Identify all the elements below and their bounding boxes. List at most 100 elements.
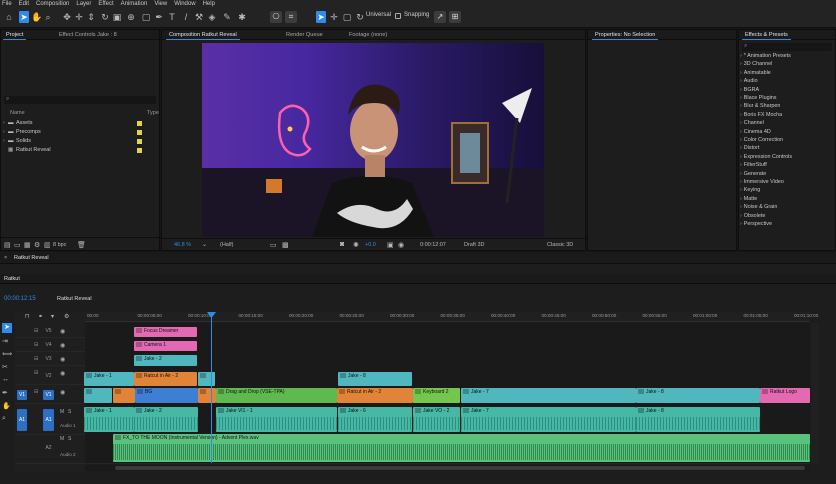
menu-view[interactable]: View bbox=[154, 0, 167, 8]
track-target-v2[interactable]: V2 bbox=[43, 371, 54, 381]
menu-help[interactable]: Help bbox=[203, 0, 215, 8]
track-target-v3[interactable]: V3 bbox=[43, 357, 54, 362]
tab-render-queue[interactable]: Render Queue bbox=[283, 30, 326, 40]
playhead[interactable] bbox=[211, 313, 212, 463]
tab-effects-presets[interactable]: Effects & Presets bbox=[742, 30, 791, 40]
orbit-tool-icon[interactable]: ✥ bbox=[62, 11, 72, 23]
exposure-value[interactable]: +0.0 bbox=[365, 242, 376, 248]
hand-icon[interactable]: ✋ bbox=[2, 402, 11, 410]
audio-clip[interactable]: Jake - 1 bbox=[84, 407, 134, 432]
video-clip[interactable]: Jake - 8 bbox=[338, 372, 412, 386]
menu-animation[interactable]: Animation bbox=[121, 0, 148, 8]
clone-tool-icon[interactable]: ⚒ bbox=[194, 11, 204, 23]
effects-category[interactable]: › BGRA bbox=[740, 86, 759, 94]
new-comp-icon[interactable]: ▦ bbox=[24, 241, 31, 249]
universal-select-icon[interactable]: ➤ bbox=[316, 11, 326, 23]
effects-category[interactable]: › FilterStuff bbox=[740, 161, 767, 169]
video-clip[interactable]: Camera 1 bbox=[134, 341, 197, 351]
zoom-tool-icon[interactable]: ⌕ bbox=[43, 11, 53, 23]
ripple-edit-icon[interactable]: ⟺ bbox=[2, 350, 12, 358]
project-search-input[interactable]: ⌕ bbox=[4, 96, 156, 104]
brush-tool-icon[interactable]: / bbox=[181, 11, 191, 23]
zoom-dropdown[interactable]: 46.8 % bbox=[174, 242, 191, 248]
eye-icon[interactable]: ◉ bbox=[60, 328, 65, 335]
effects-category[interactable]: › Animatable bbox=[740, 69, 771, 77]
video-clip[interactable]: Jake - 1 bbox=[84, 372, 134, 386]
view-mode-dropdown[interactable]: Classic 3D bbox=[547, 242, 573, 248]
source-patch-v1[interactable]: V1 bbox=[17, 390, 27, 400]
video-clip[interactable]: Keyboard 2 bbox=[413, 388, 460, 403]
project-item[interactable]: › ▬ Assets bbox=[3, 119, 158, 128]
effects-category[interactable]: › Expression Controls bbox=[740, 153, 792, 161]
universal-move-icon[interactable]: ✛ bbox=[329, 11, 339, 23]
project-item[interactable]: › ▬ Precomps bbox=[3, 128, 158, 137]
hand-tool-icon[interactable]: ✋ bbox=[31, 11, 42, 23]
universal-scale-icon[interactable]: ▢ bbox=[342, 11, 352, 23]
mute-button[interactable]: M bbox=[60, 436, 64, 442]
video-clip[interactable] bbox=[113, 388, 135, 403]
audio-clip[interactable]: Jake VO - 2 bbox=[413, 407, 460, 432]
audio-clip[interactable]: Jake - 6 bbox=[338, 407, 412, 432]
solo-button[interactable]: S bbox=[68, 409, 71, 415]
snapping-checkbox[interactable] bbox=[395, 13, 401, 19]
toggle-sync-lock-icon[interactable]: ⊟ bbox=[34, 389, 39, 395]
effects-category[interactable]: › Keying bbox=[740, 186, 760, 194]
menu-file[interactable]: File bbox=[2, 0, 12, 8]
snapshot-icon[interactable]: ▣ bbox=[387, 241, 394, 249]
effects-category[interactable]: › Noise & Grain bbox=[740, 203, 777, 211]
video-clip[interactable]: Ratcut in Air - 2 bbox=[337, 388, 413, 403]
slip-icon[interactable]: ↔ bbox=[2, 376, 9, 383]
mute-button[interactable]: M bbox=[60, 409, 64, 415]
audio-clip[interactable]: Jake - 8 bbox=[636, 407, 760, 432]
label-color-swatch[interactable] bbox=[137, 130, 142, 135]
chevron-down-icon[interactable]: ⌄ bbox=[202, 241, 207, 248]
track-select-icon[interactable]: ⇥ bbox=[2, 337, 8, 345]
snap-grid-icon[interactable]: ⊞ bbox=[449, 11, 461, 23]
label-color-swatch[interactable] bbox=[137, 121, 142, 126]
type-tool-icon[interactable]: T bbox=[167, 11, 177, 23]
sequence-tab[interactable]: Ratkut bbox=[4, 276, 20, 282]
pen-icon[interactable]: ✒ bbox=[2, 389, 8, 397]
trash-icon[interactable]: 🗑 bbox=[77, 241, 86, 249]
tab-properties[interactable]: Properties: No Selection bbox=[592, 30, 659, 40]
3d-grid-icon[interactable]: ⌗ bbox=[285, 11, 297, 23]
col-name-header[interactable]: Name bbox=[10, 109, 25, 118]
eye-icon[interactable]: ◉ bbox=[60, 342, 65, 349]
snap-icon[interactable]: ⊓ bbox=[25, 313, 30, 320]
solo-button[interactable]: S bbox=[68, 436, 71, 442]
effects-search-input[interactable]: ⌕ bbox=[742, 43, 832, 51]
eye-icon[interactable]: ◉ bbox=[60, 370, 65, 377]
toggle-sync-lock-icon[interactable]: ⊟ bbox=[34, 328, 39, 334]
video-clip[interactable]: BG bbox=[135, 388, 198, 403]
effects-category[interactable]: › Generate bbox=[740, 170, 766, 178]
video-clip[interactable] bbox=[84, 388, 112, 403]
video-clip[interactable] bbox=[198, 388, 216, 403]
timeline-timecode[interactable]: 00:00:12:15 bbox=[4, 296, 36, 302]
track-target-v5[interactable]: V5 bbox=[43, 329, 54, 334]
video-clip[interactable]: Ratcut in Air - 2 bbox=[134, 372, 197, 386]
camera-snapshot-icon[interactable]: ◙ bbox=[340, 241, 344, 248]
effects-category[interactable]: › Perspective bbox=[740, 220, 772, 228]
tab-effect-controls[interactable]: Effect Controls Jake : 8 bbox=[56, 30, 120, 40]
eye-icon[interactable]: ◉ bbox=[60, 356, 65, 363]
close-icon[interactable]: × bbox=[4, 255, 7, 261]
mask-tool-icon[interactable]: ▢ bbox=[141, 11, 151, 23]
label-color-swatch[interactable] bbox=[137, 139, 142, 144]
track-target-a1[interactable]: A1 bbox=[43, 409, 54, 431]
tab-timeline[interactable]: Ratkut Reveal bbox=[14, 255, 49, 261]
rotate-tool-icon[interactable]: ↻ bbox=[100, 11, 110, 23]
eye-icon[interactable]: ◉ bbox=[60, 389, 65, 396]
audio-clip[interactable]: Jake - 2 bbox=[134, 407, 198, 432]
toggle-sync-lock-icon[interactable]: ⊟ bbox=[34, 342, 39, 348]
music-clip[interactable]: FX_TO THE MOON (Instrumental Version) - … bbox=[113, 434, 810, 462]
effects-category[interactable]: › Blace Plugins bbox=[740, 94, 776, 102]
puppet-tool-icon[interactable]: ✱ bbox=[237, 11, 247, 23]
menu-composition[interactable]: Composition bbox=[36, 0, 69, 8]
selection-tool-icon[interactable]: ➤ bbox=[19, 11, 29, 23]
effects-category[interactable]: › Cinema 4D bbox=[740, 128, 771, 136]
video-clip[interactable] bbox=[198, 372, 215, 386]
effects-category[interactable]: › Immersive Video bbox=[740, 178, 784, 186]
menu-window[interactable]: Window bbox=[174, 0, 195, 8]
timeline-scrollbar[interactable] bbox=[85, 465, 810, 471]
eraser-tool-icon[interactable]: ◈ bbox=[207, 11, 217, 23]
